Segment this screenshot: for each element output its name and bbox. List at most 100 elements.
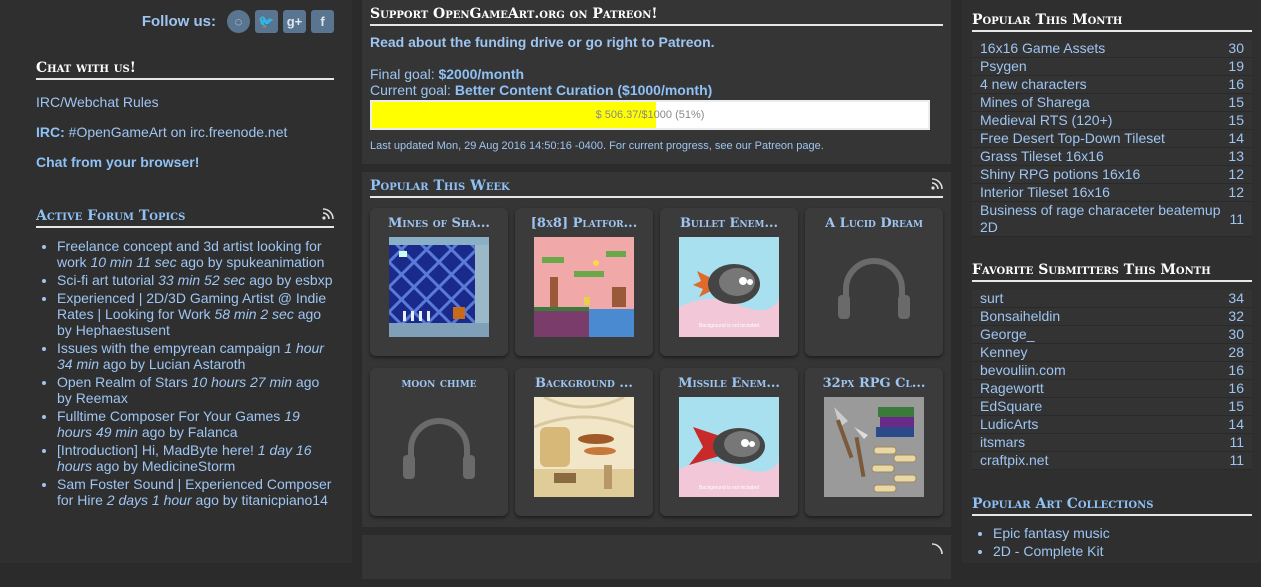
submitter-item[interactable]: EdSquare 15 (972, 398, 1252, 416)
popular-month-item-name[interactable]: Mines of Sharega (980, 94, 1090, 111)
popular-month-item[interactable]: Interior Tileset 16x16 12 (972, 184, 1252, 202)
submitter-item-name[interactable]: EdSquare (980, 398, 1042, 415)
popular-month-item[interactable]: Mines of Sharega 15 (972, 94, 1252, 112)
forum-rss-icon[interactable] (322, 208, 334, 223)
irc-channel-link[interactable]: #OpenGameArt (69, 124, 167, 140)
collections-title[interactable]: Popular Art Collections (972, 496, 1252, 516)
popular-month-item-name[interactable]: Shiny RPG potions 16x16 (980, 166, 1140, 183)
popular-month-item-name[interactable]: Interior Tileset 16x16 (980, 184, 1110, 201)
popular-month-item[interactable]: Psygen 19 (972, 58, 1252, 76)
art-card-title[interactable]: 32px RPG Cl... (805, 368, 943, 391)
forum-topic-link[interactable]: Fulltime Composer For Your Games (57, 408, 280, 424)
forum-topic-link[interactable]: [Introduction] Hi, MadByte here! (57, 442, 254, 458)
forum-topic-user[interactable]: Falanca (188, 424, 238, 440)
twitter-icon[interactable]: 🐦 (255, 10, 278, 33)
forum-topic-user[interactable]: Reemax (76, 390, 128, 406)
popular-month-item[interactable]: 16x16 Game Assets 30 (972, 40, 1252, 58)
art-thumbnail[interactable] (824, 397, 924, 497)
popular-week-rss-icon[interactable] (931, 178, 943, 193)
art-card[interactable]: Missile Enem... Background is not includ… (660, 368, 798, 516)
submitter-item-name[interactable]: itsmars (980, 434, 1025, 451)
art-card-title[interactable]: A Lucid Dream (805, 208, 943, 231)
popular-month-item[interactable]: Free Desert Top-Down Tileset 14 (972, 130, 1252, 148)
submitter-item[interactable]: LudicArts 14 (972, 416, 1252, 434)
forum-topic-user[interactable]: Hephaestusent (76, 322, 170, 338)
rss-icon[interactable]: ◌ (227, 10, 250, 33)
art-thumbnail[interactable] (534, 397, 634, 497)
art-thumbnail[interactable]: Background is not included (679, 397, 779, 497)
popular-month-item[interactable]: Medieval RTS (120+) 15 (972, 112, 1252, 130)
art-card[interactable]: [8x8] Platfor... (515, 208, 653, 356)
google-plus-icon[interactable]: g+ (283, 10, 306, 33)
irc-server-link[interactable]: irc.freenode.net (190, 124, 287, 140)
popular-month-item-name[interactable]: Psygen (980, 58, 1027, 75)
submitter-item-name[interactable]: LudicArts (980, 416, 1038, 433)
submitter-item[interactable]: Bonsaiheldin 32 (972, 308, 1252, 326)
submitter-item-name[interactable]: George_ (980, 326, 1034, 343)
art-card[interactable]: Bullet Enem... Background is not include… (660, 208, 798, 356)
submitter-item-name[interactable]: Ragewortt (980, 380, 1044, 397)
popular-month-item-name[interactable]: 4 new characters (980, 76, 1087, 93)
chat-browser-link[interactable]: Chat from your browser! (36, 154, 199, 170)
collection-link[interactable]: Epic fantasy music (993, 525, 1110, 541)
forum-topic-user[interactable]: MedicineStorm (142, 458, 235, 474)
art-card-title[interactable]: Missile Enem... (660, 368, 798, 391)
popular-month-item-name[interactable]: Medieval RTS (120+) (980, 112, 1112, 129)
art-card-title[interactable]: Background ... (515, 368, 653, 391)
final-goal-label: Final goal: (370, 66, 435, 82)
art-card-title[interactable]: [8x8] Platfor... (515, 208, 653, 231)
submitter-item[interactable]: itsmars 11 (972, 434, 1252, 452)
popular-month-item-name[interactable]: Free Desert Top-Down Tileset (980, 130, 1165, 147)
art-card[interactable]: moon chime (370, 368, 508, 516)
submitter-item-name[interactable]: Bonsaiheldin (980, 308, 1060, 325)
submitter-item[interactable]: craftpix.net 11 (972, 452, 1252, 470)
patreon-link[interactable]: Read about the funding drive or go right… (370, 34, 715, 50)
forum-topic-link[interactable]: Sci-fi art tutorial (57, 272, 154, 288)
forum-topic-user[interactable]: Lucian Astaroth (149, 356, 246, 372)
submitter-item[interactable]: Ragewortt 16 (972, 380, 1252, 398)
forum-topic-user[interactable]: titanicpiano14 (241, 492, 327, 508)
art-thumbnail[interactable]: Background is not included (679, 237, 779, 337)
forum-title[interactable]: Active Forum Topics (36, 208, 334, 228)
forum-topic-user[interactable]: spukeanimation (226, 254, 324, 270)
submitter-item-name[interactable]: surt (980, 290, 1003, 307)
submitter-item-name[interactable]: bevouliin.com (980, 362, 1066, 379)
submitter-item-name[interactable]: Kenney (980, 344, 1027, 361)
follow-label: Follow us: (141, 13, 216, 30)
art-card[interactable]: 32px RPG Cl... (805, 368, 943, 516)
collection-link[interactable]: 2D - Complete Kit (993, 543, 1103, 559)
popular-month-item[interactable]: 4 new characters 16 (972, 76, 1252, 94)
submitter-item[interactable]: bevouliin.com 16 (972, 362, 1252, 380)
popular-month-item-name[interactable]: Grass Tileset 16x16 (980, 148, 1104, 165)
popular-month-item[interactable]: Shiny RPG potions 16x16 12 (972, 166, 1252, 184)
facebook-icon[interactable]: f (311, 10, 334, 33)
next-panel-rss-icon[interactable] (931, 543, 943, 558)
art-thumbnail[interactable] (389, 237, 489, 337)
art-card-title[interactable]: Bullet Enem... (660, 208, 798, 231)
irc-rules-link[interactable]: IRC/Webchat Rules (36, 94, 159, 110)
submitter-item[interactable]: George_ 30 (972, 326, 1252, 344)
popular-month-item-name[interactable]: 16x16 Game Assets (980, 40, 1105, 57)
art-card[interactable]: Mines of Sha... (370, 208, 508, 356)
headphones-icon[interactable] (389, 397, 489, 497)
art-thumbnail[interactable] (534, 237, 634, 337)
art-card-title[interactable]: Mines of Sha... (370, 208, 508, 231)
submitter-item[interactable]: Kenney 28 (972, 344, 1252, 362)
popular-month-item[interactable]: Grass Tileset 16x16 13 (972, 148, 1252, 166)
art-card-title[interactable]: moon chime (370, 368, 508, 391)
popular-month-item-name[interactable]: Business of rage characeter beatemup 2D (980, 202, 1229, 236)
forum-topic-user[interactable]: esbxp (295, 272, 332, 288)
art-card[interactable]: Background ... (515, 368, 653, 516)
forum-topic-link[interactable]: Issues with the empyrean campaign (57, 340, 280, 356)
submitter-item-count: 30 (1228, 326, 1244, 342)
submitter-item-name[interactable]: craftpix.net (980, 452, 1048, 469)
popular-week-title[interactable]: Popular This Week (370, 178, 943, 198)
art-card[interactable]: A Lucid Dream (805, 208, 943, 356)
popular-month-item-count: 16 (1228, 76, 1244, 92)
forum-topic-item: [Introduction] Hi, MadByte here! 1 day 1… (57, 442, 334, 474)
forum-topic-link[interactable]: Open Realm of Stars (57, 374, 188, 390)
submitter-item-count: 32 (1228, 308, 1244, 324)
submitter-item[interactable]: surt 34 (972, 290, 1252, 308)
popular-month-item[interactable]: Business of rage characeter beatemup 2D 1… (972, 202, 1252, 237)
headphones-icon[interactable] (824, 237, 924, 337)
